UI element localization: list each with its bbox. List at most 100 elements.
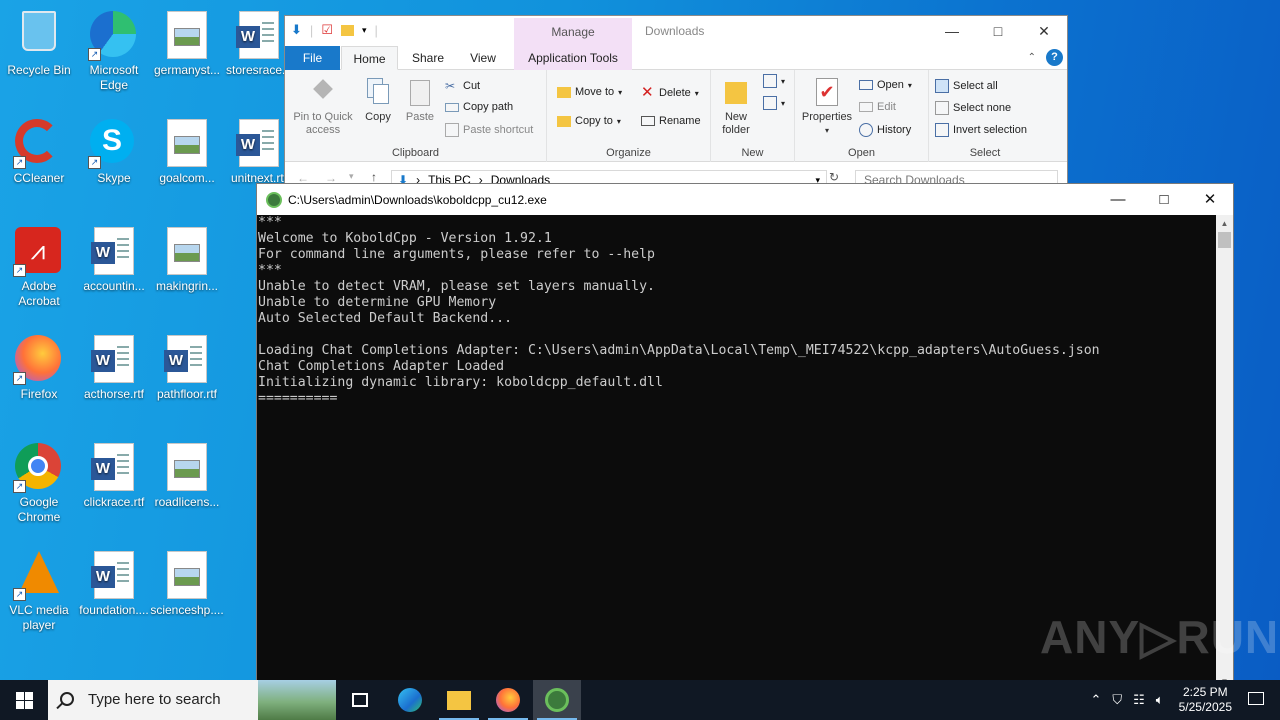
qat-dropdown-icon[interactable]: ▾ [362,25,367,36]
new-folder-button[interactable]: New folder [715,76,757,137]
refresh-icon[interactable]: ↻ [829,170,839,184]
scroll-up-icon[interactable]: ▲ [1216,215,1233,232]
desktop-icon[interactable]: Wpathfloor.rtf [148,329,226,402]
desktop-icon[interactable]: ↗ Firefox [0,329,78,402]
desktop-icon[interactable]: roadlicens... [148,437,226,510]
desktop-icon-label: VLC media player [9,603,69,632]
start-button[interactable] [0,680,48,720]
desktop-icon-label: goalcom... [159,171,215,185]
pin-quick-access-button[interactable]: Pin to Quick access [291,76,355,137]
easy-access-button[interactable]: ▾ [763,96,785,110]
desktop-icon[interactable]: ↗ CCleaner [0,113,78,186]
tab-home[interactable]: Home [341,46,398,70]
properties-button[interactable]: ✔ Properties ▾ [799,76,855,137]
desktop-icon[interactable]: Wfoundation.... [75,545,153,618]
desktop-icon[interactable]: makingrin... [148,221,226,294]
vlc-icon: ↗ [13,551,63,601]
taskbar-edge[interactable] [386,680,434,720]
desktop-icon-label: Microsoft Edge [89,63,139,92]
edge-icon [398,688,422,712]
new-folder-qat-icon[interactable] [340,24,354,36]
move-to-icon [557,86,571,98]
edit-button[interactable]: Edit [859,101,896,113]
task-view-button[interactable] [336,680,384,720]
console-minimize-button[interactable]: — [1095,184,1141,215]
up-icon[interactable]: ↑ [371,170,377,184]
desktop-icon[interactable]: germanyst... [148,5,226,78]
open-button[interactable]: Open ▾ [859,79,912,91]
copy-to-icon [557,115,571,127]
close-button[interactable]: ✕ [1021,16,1067,46]
console-maximize-button[interactable]: □ [1141,184,1187,215]
clock[interactable]: 2:25 PM 5/25/2025 [1179,685,1232,715]
tab-file[interactable]: File [285,46,340,70]
action-center-button[interactable] [1232,680,1280,720]
desktop-icon[interactable]: ↗ VLC media player [0,545,78,633]
clipboard-group-label: Clipboard [391,147,440,159]
console-line: Unable to detect VRAM, please set layers… [258,279,655,294]
download-arrow-icon: ⬇ [291,22,302,37]
search-icon [60,692,74,706]
invert-selection-button[interactable]: Invert selection [935,123,1027,137]
copy-path-icon [445,102,459,112]
new-group-label: New [741,147,764,159]
desktop-icon-label: accountin... [83,279,145,293]
copy-path-button[interactable]: Copy path [445,101,513,113]
copy-button[interactable]: Copy [359,76,397,124]
desktop-icon[interactable]: Waccountin... [75,221,153,294]
properties-qat-icon[interactable]: ☑ [321,22,333,38]
console-close-button[interactable]: ✕ [1187,184,1233,215]
manage-context-tab[interactable]: Manage [514,18,632,46]
new-item-button[interactable]: ▾ [763,74,785,88]
file-explorer-window[interactable]: ⬇ | ☑ ▾ | Manage Downloads — □ ✕ File Ho… [284,15,1068,190]
console-titlebar[interactable]: C:\Users\admin\Downloads\koboldcpp_cu12.… [257,184,1233,215]
defender-icon[interactable]: ⛉ [1112,692,1122,708]
taskbar-file-explorer[interactable] [435,680,483,720]
taskbar-search-box[interactable]: Type here to search [48,680,336,720]
firefox-icon [496,688,520,712]
copy-to-button[interactable]: Copy to ▾ [557,115,621,127]
desktop-icon[interactable]: ↗ Google Chrome [0,437,78,525]
delete-button[interactable]: ✕ Delete ▾ [641,85,699,100]
rename-icon [641,116,655,126]
paste-button[interactable]: Paste [401,76,439,124]
paste-shortcut-button[interactable]: Paste shortcut [445,123,533,137]
scroll-thumb[interactable] [1218,232,1231,248]
recent-locations-icon[interactable]: ▾ [349,171,354,182]
desktop-icon[interactable]: Recycle Bin [0,5,78,78]
select-all-button[interactable]: Select all [935,79,998,93]
paste-icon [405,76,435,108]
desktop-icon[interactable]: Wacthorse.rtf [75,329,153,402]
move-to-button[interactable]: Move to ▾ [557,86,622,98]
show-hidden-icons-icon[interactable]: ⌃ [1090,692,1101,708]
cut-button[interactable]: ✂ Cut [445,79,480,93]
tab-application-tools[interactable]: Application Tools [514,46,632,70]
taskbar-firefox[interactable] [484,680,532,720]
desktop-icon[interactable]: Wclickrace.rtf [75,437,153,510]
desktop-icon[interactable]: goalcom... [148,113,226,186]
minimize-button[interactable]: — [929,16,975,46]
desktop-icon-label: makingrin... [155,279,219,293]
maximize-button[interactable]: □ [975,16,1021,46]
help-icon[interactable]: ? [1046,49,1063,66]
explorer-titlebar[interactable]: ⬇ | ☑ ▾ | Manage Downloads — □ ✕ [285,16,1067,46]
edge-icon: ↗ [88,11,138,61]
tab-share[interactable]: Share [403,46,453,70]
network-icon[interactable]: ☷ [1133,692,1145,708]
rename-button[interactable]: Rename [641,115,701,127]
shortcut-arrow-icon: ↗ [13,372,26,385]
collapse-ribbon-icon[interactable]: ⌃ [1028,52,1036,63]
desktop-icon[interactable]: S ↗ Skype [75,113,153,186]
image-file-icon [163,551,211,599]
word-doc-icon: W [235,119,283,167]
history-button[interactable]: History [859,123,911,137]
task-view-icon [352,693,368,707]
taskbar-koboldcpp[interactable] [533,680,581,720]
select-none-button[interactable]: Select none [935,101,1011,115]
volume-icon[interactable]: 🔈︎ [1156,692,1164,708]
desktop-icon[interactable]: scienceshp.... [148,545,226,618]
easy-access-icon [763,96,777,110]
tab-view[interactable]: View [455,46,511,70]
desktop-icon[interactable]: ⩘ ↗ Adobe Acrobat [0,221,78,309]
desktop-icon[interactable]: ↗ Microsoft Edge [75,5,153,93]
